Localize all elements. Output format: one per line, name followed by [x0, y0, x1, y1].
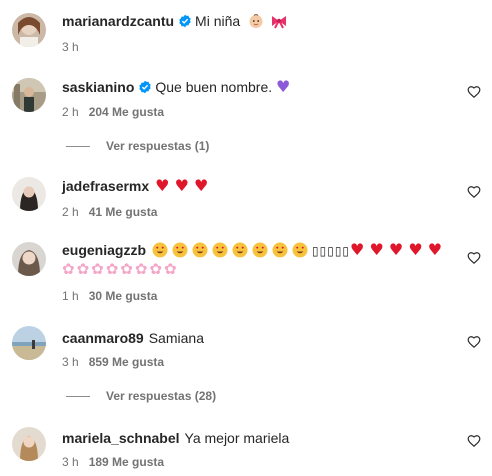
view-replies-label: Ver respuestas (1)	[106, 139, 210, 153]
avatar[interactable]	[12, 427, 46, 461]
purple-heart-icon: ♥	[276, 77, 291, 96]
like-heart-icon[interactable]	[467, 335, 481, 349]
like-heart-icon[interactable]	[467, 85, 481, 99]
view-replies-label: Ver respuestas (28)	[106, 389, 217, 403]
comment-time[interactable]: 1 h	[62, 289, 79, 303]
view-replies-button[interactable]: Ver respuestas (1)	[66, 139, 209, 153]
like-count[interactable]: 859 Me gusta	[89, 355, 164, 369]
like-heart-icon[interactable]	[467, 251, 481, 265]
heart-eyes-emoji-icon	[172, 242, 188, 258]
comment-meta: 2 h 41 Me gusta	[62, 205, 157, 219]
like-count[interactable]: 204 Me gusta	[89, 105, 164, 119]
like-heart-icon[interactable]	[467, 185, 481, 199]
comment-body: eugeniagzzb ▯▯▯▯▯♥ ♥ ♥ ♥ ♥ ✿✿✿✿✿✿✿✿	[62, 240, 457, 279]
comment-meta: 3 h 859 Me gusta	[62, 355, 164, 369]
username-link[interactable]: jadefrasermx	[62, 178, 149, 194]
like-count[interactable]: 30 Me gusta	[89, 289, 158, 303]
comment-time[interactable]: 3 h	[62, 355, 79, 369]
heart-eyes-emoji-icon	[192, 242, 208, 258]
comment-text: Samiana	[148, 330, 204, 346]
username-link[interactable]: saskianino	[62, 79, 134, 95]
view-replies-button[interactable]: Ver respuestas (28)	[66, 389, 216, 403]
baby-emoji-icon	[249, 14, 263, 28]
missing-glyph-boxes: ▯▯▯▯▯	[312, 244, 351, 258]
comment-body: saskianino Que buen nombre. ♥	[62, 78, 290, 96]
username-link[interactable]: eugeniagzzb	[62, 242, 146, 258]
avatar[interactable]	[12, 326, 46, 360]
comment-time[interactable]: 3 h	[62, 455, 79, 469]
ribbon-emoji-icon	[271, 16, 286, 29]
comment-body: marianardzcantu Mi niña	[62, 12, 288, 30]
heart-eyes-emoji-icon	[272, 242, 288, 258]
comment-body: mariela_schnabel Ya mejor mariela	[62, 429, 289, 447]
comment-body: caanmaro89 Samiana	[62, 329, 204, 347]
comment-time[interactable]: 3 h	[62, 40, 79, 54]
sparkling-hearts-icon: ♥ ♥ ♥ ♥ ♥	[350, 240, 443, 259]
cherry-blossom-icons: ✿✿✿✿✿✿✿✿	[62, 260, 179, 278]
verified-badge-icon	[139, 80, 152, 94]
heart-eyes-emoji-icon	[212, 242, 228, 258]
replies-divider	[66, 146, 90, 148]
avatar[interactable]	[12, 242, 46, 276]
comment-body: jadefrasermx ♥ ♥ ♥	[62, 177, 208, 195]
comment-meta: 1 h 30 Me gusta	[62, 289, 157, 303]
comment-time[interactable]: 2 h	[62, 105, 79, 119]
username-link[interactable]: marianardzcantu	[62, 13, 174, 29]
heart-eyes-emoji-icon	[232, 242, 248, 258]
verified-badge-icon	[179, 14, 191, 28]
comment-text: Que buen nombre.	[155, 79, 273, 95]
heart-eyes-emoji-icon	[152, 242, 168, 258]
comment-text: Ya mejor mariela	[184, 430, 290, 446]
avatar[interactable]	[12, 177, 46, 211]
comment-meta: 2 h 204 Me gusta	[62, 105, 164, 119]
username-link[interactable]: caanmaro89	[62, 330, 144, 346]
comment-meta: 3 h 189 Me gusta	[62, 455, 164, 469]
like-heart-icon[interactable]	[467, 434, 481, 448]
like-count[interactable]: 41 Me gusta	[89, 205, 158, 219]
red-hearts-icon: ♥ ♥ ♥	[155, 176, 209, 195]
like-count[interactable]: 189 Me gusta	[89, 455, 164, 469]
heart-eyes-emoji-icon	[252, 242, 268, 258]
username-link[interactable]: mariela_schnabel	[62, 430, 180, 446]
comment-text: Mi niña	[195, 13, 241, 29]
comment-meta: 3 h	[62, 40, 79, 54]
avatar[interactable]	[12, 13, 46, 47]
comment-time[interactable]: 2 h	[62, 205, 79, 219]
avatar[interactable]	[12, 78, 46, 112]
replies-divider	[66, 396, 90, 398]
heart-eyes-emoji-icon	[292, 242, 308, 258]
